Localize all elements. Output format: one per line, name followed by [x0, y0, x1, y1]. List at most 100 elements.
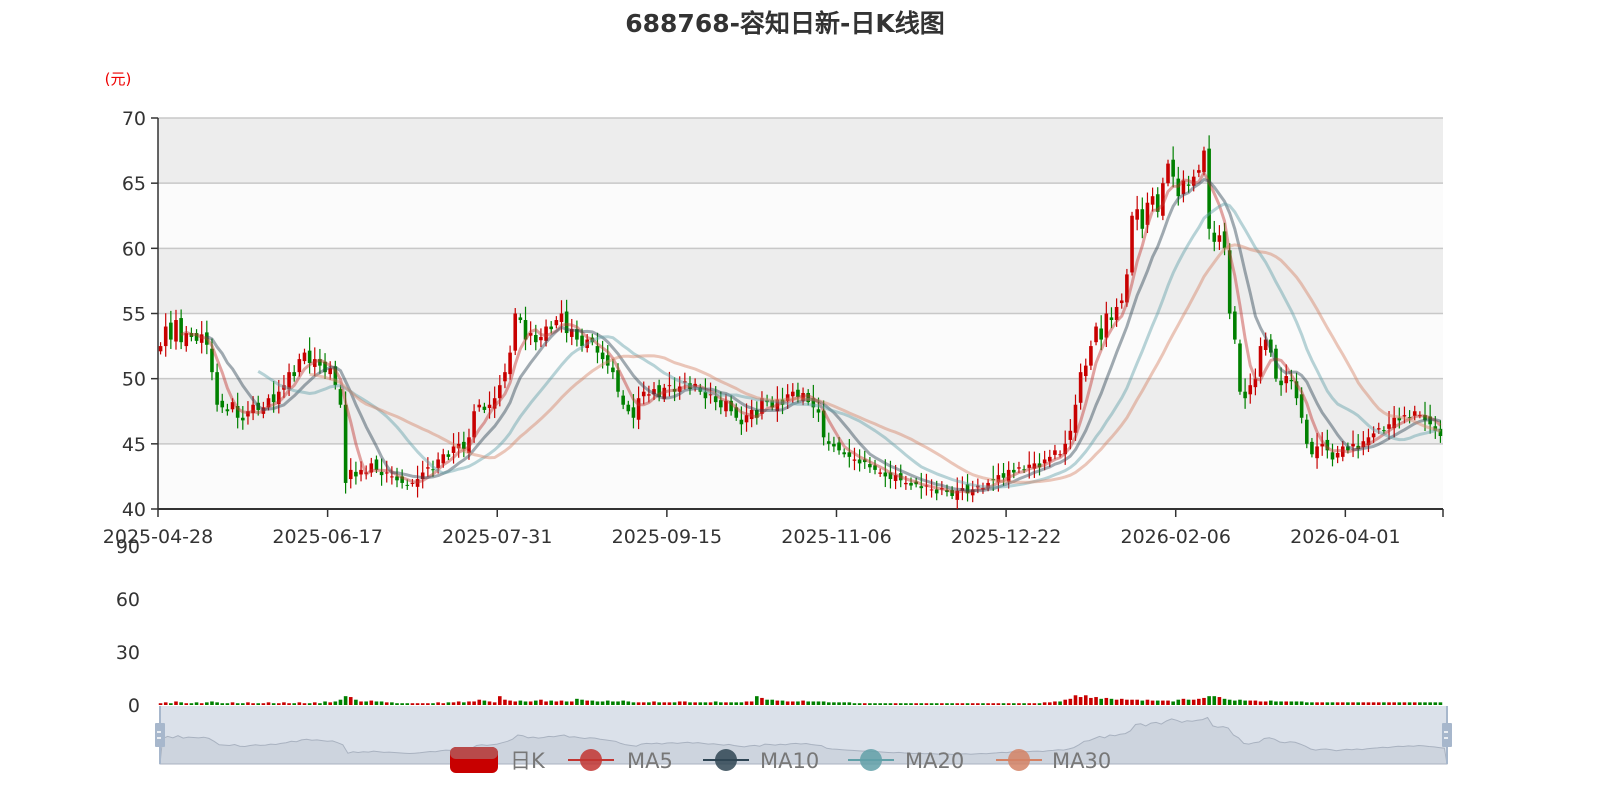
volume-bar [354, 699, 358, 705]
volume-bar [189, 703, 194, 705]
volume-bar [1248, 700, 1253, 705]
volume-bar [467, 701, 471, 705]
volume-bar [364, 701, 368, 705]
ma5-legend-dot-icon [580, 749, 602, 771]
volume-bar [1253, 700, 1258, 705]
candle-body [1304, 419, 1309, 444]
candle-body [343, 404, 348, 483]
candle-body [184, 333, 189, 347]
y-tick-label: 50 [122, 369, 146, 391]
volume-bar [246, 702, 250, 705]
volume-bar [652, 701, 656, 705]
candle-body [580, 335, 584, 347]
volume-bar [662, 702, 667, 705]
volume-bar [241, 703, 245, 705]
y-tick-label: 45 [122, 434, 146, 456]
candle-body [307, 350, 312, 364]
volume-bar [456, 701, 461, 705]
zoom-handle-left[interactable] [155, 723, 165, 747]
volume-bar [215, 702, 219, 705]
candle-body [739, 419, 744, 425]
candle-body [1202, 150, 1206, 173]
volume-bar [785, 701, 790, 705]
volume-bar [1042, 702, 1047, 705]
volume-bar [1258, 701, 1263, 705]
legend-item-ma10[interactable]: MA10 [703, 749, 819, 773]
volume-bar [683, 701, 687, 705]
volume-bar [1053, 701, 1057, 705]
candle-body [549, 326, 554, 330]
zoom-handle-right[interactable] [1442, 723, 1452, 747]
candle-body [1140, 209, 1145, 229]
volume-y-axis: 90 60 30 0 [116, 536, 140, 717]
legend-item-ma30[interactable]: MA30 [996, 749, 1111, 773]
kline-chart: 688768-容知日新-日K线图 (元) 70 65 60 55 50 45 40 2025… [103, 9, 1452, 773]
volume-bar [1017, 703, 1021, 705]
volume-bar [1387, 702, 1391, 705]
volume-bar [1335, 702, 1340, 705]
candle-body [1243, 391, 1247, 399]
candle-body [904, 482, 908, 485]
volume-bar [1166, 700, 1170, 705]
volume-bar [888, 703, 893, 705]
volume-bar [1125, 699, 1129, 705]
candle-body [297, 359, 302, 373]
volume-bar [744, 701, 749, 705]
volume-bar [1058, 701, 1062, 705]
candle-body [1135, 209, 1139, 220]
candle-body [719, 400, 723, 408]
volume-bar [1083, 695, 1088, 705]
volume-bar [174, 701, 178, 705]
volume-tick-label: 90 [116, 536, 140, 558]
candle-body [1376, 428, 1381, 430]
candle-body [446, 454, 451, 457]
candle-body [1382, 430, 1386, 432]
volume-bar [950, 703, 954, 705]
x-tick-label: 2025-06-17 [272, 526, 382, 548]
volume-bar [1140, 700, 1145, 705]
candle-body [1289, 379, 1294, 382]
volume-bar [873, 703, 877, 705]
volume-bar [626, 701, 631, 705]
candle-body [271, 394, 276, 403]
volume-bar [462, 702, 466, 705]
volume-bar [965, 703, 970, 705]
x-tick-label: 2025-09-15 [612, 526, 722, 548]
volume-bar [549, 700, 554, 705]
candle-body [1233, 311, 1237, 340]
volume-bar [554, 701, 559, 705]
volume-bar [883, 703, 888, 705]
volume-bar [611, 701, 615, 705]
volume-bar [261, 703, 266, 705]
volume-bar [436, 702, 440, 705]
volume-bar [595, 701, 600, 705]
ma10-legend-dot-icon [715, 749, 737, 771]
candle-body [1017, 467, 1021, 469]
volume-bar [271, 703, 276, 705]
volume-bar [919, 703, 924, 705]
volume-bar [1109, 698, 1114, 705]
candle-body [1284, 376, 1289, 384]
volume-bar [266, 702, 271, 705]
volume-bar [924, 703, 929, 705]
candlestick-legend-icon-top [450, 747, 498, 759]
volume-bar [472, 701, 476, 705]
grid-band [158, 118, 1443, 184]
candle-body [498, 385, 502, 399]
candle-body [487, 404, 492, 408]
volume-bar [585, 700, 589, 705]
legend-item-ma20[interactable]: MA20 [848, 749, 964, 773]
candle-body [1166, 163, 1170, 184]
volume-bar [199, 703, 204, 705]
volume-bar [1089, 697, 1093, 705]
candle-body [826, 441, 831, 444]
volume-bar [441, 703, 446, 705]
candle-body [302, 352, 307, 362]
candle-body [1279, 380, 1283, 386]
volume-bar [713, 701, 718, 705]
volume-bar [616, 701, 620, 705]
candle-body [441, 454, 446, 464]
candle-body [174, 320, 178, 342]
candle-body [929, 489, 934, 491]
volume-series [158, 695, 1443, 705]
